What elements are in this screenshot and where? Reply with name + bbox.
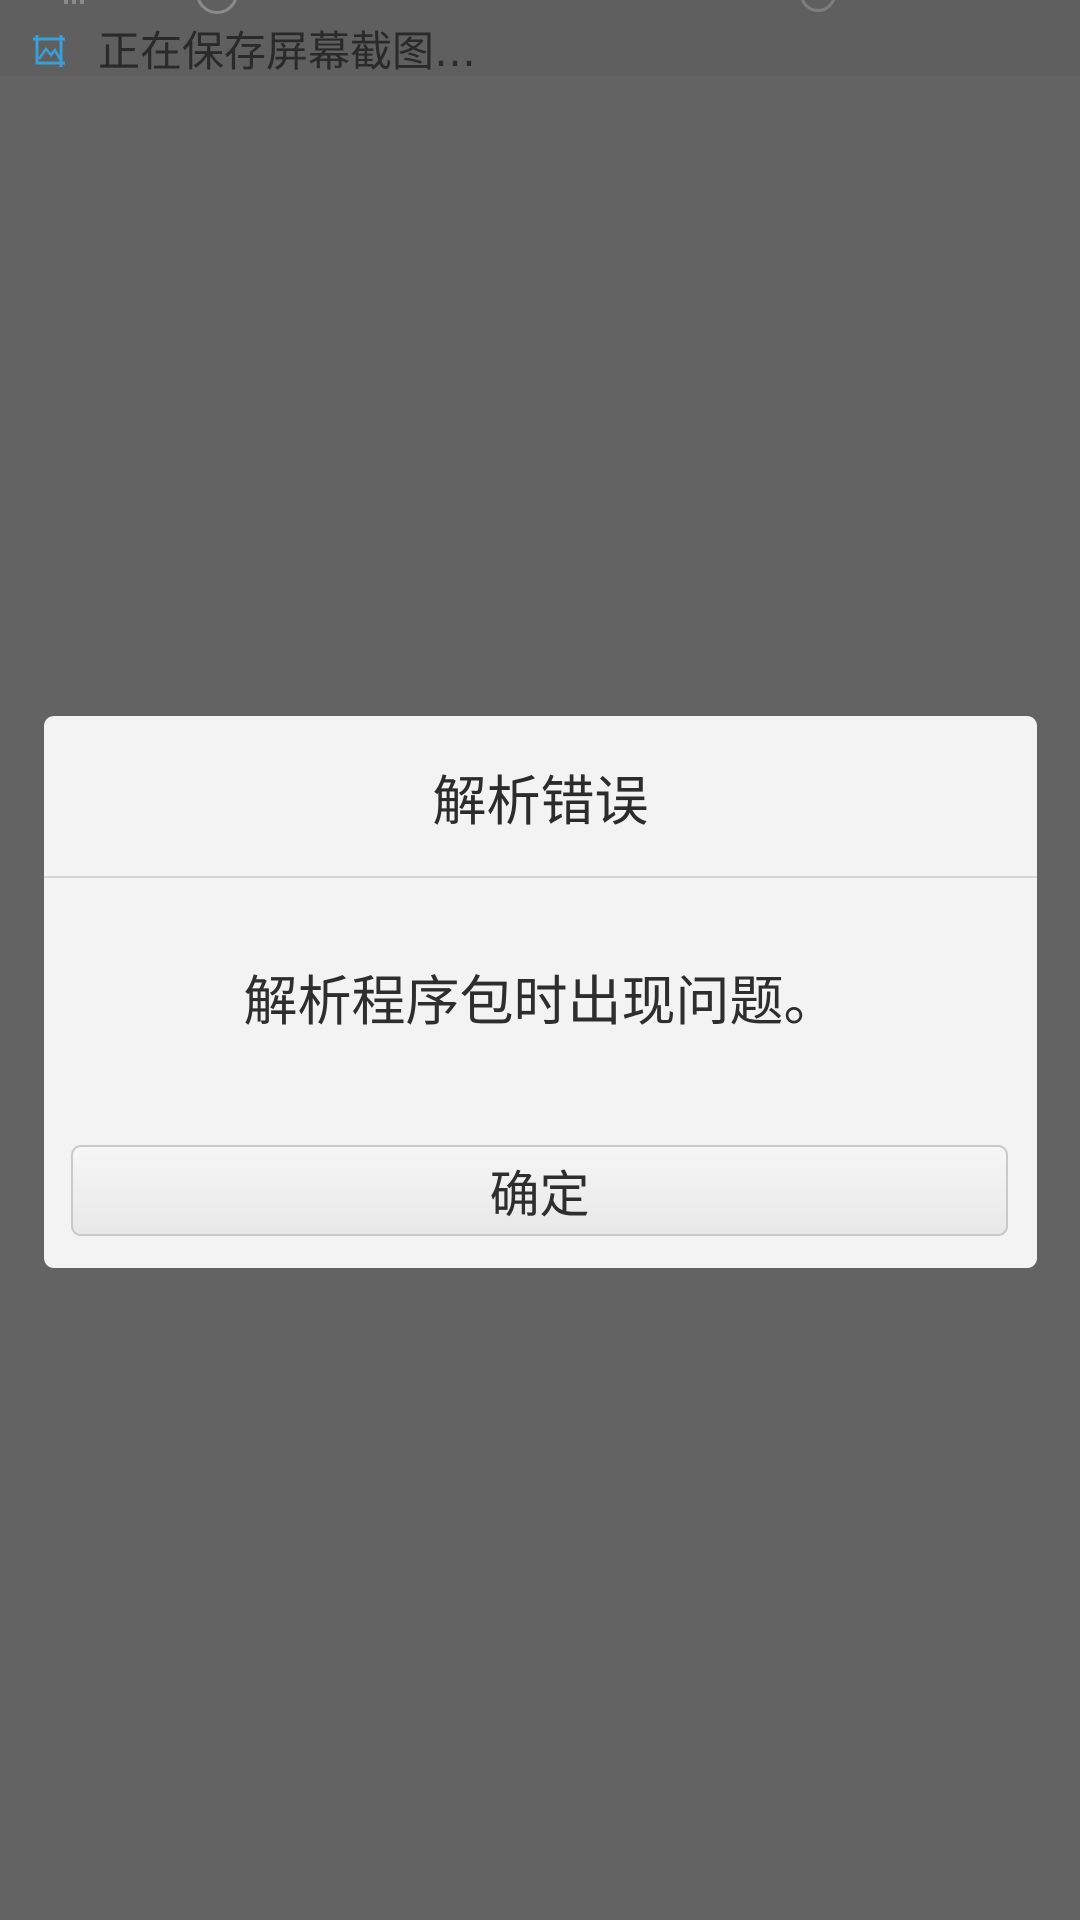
dialog-message: 解析程序包时出现问题。 [243,969,838,1033]
notification-text: 正在保存屏幕截图… [98,27,477,76]
alarm-icon [196,0,238,14]
status-bar: 正在保存屏幕截图… [0,0,1080,76]
sync-icon [800,0,836,12]
dialog-title: 解析错误 [432,769,649,833]
ok-button[interactable]: 确定 [71,1145,1008,1236]
signal-icon [26,0,96,8]
screenshot-icon [31,33,67,69]
parse-error-dialog: 解析错误 解析程序包时出现问题。 确定 [44,716,1037,1268]
